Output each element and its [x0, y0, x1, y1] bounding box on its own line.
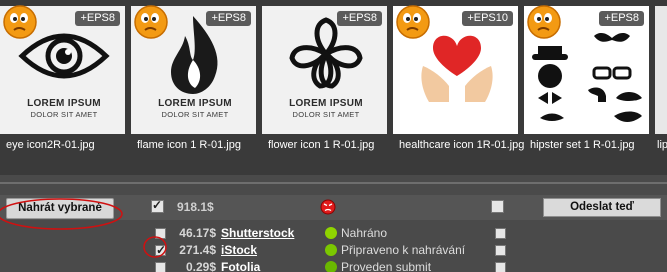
- eps-badge: +EPS8: [599, 11, 644, 26]
- upload-selected-button[interactable]: Nahrát vybrané: [6, 198, 114, 219]
- agency-checkbox-shutterstock[interactable]: [155, 228, 166, 239]
- thumbnail-tile[interactable]: LOREM IPSUM DOLOR SIT AMET +EPS8 flower …: [262, 0, 390, 175]
- agency-price: 271.4$: [179, 243, 216, 257]
- eps-badge: +EPS8: [75, 11, 120, 26]
- thumbnail-subcaption: DOLOR SIT AMET: [292, 110, 360, 119]
- thumbnail-caption: LOREM IPSUM: [27, 98, 101, 109]
- send-now-button[interactable]: Odeslat teď: [543, 198, 661, 217]
- thumbnail-filename: hipster set 1 R-01.jpg: [530, 139, 635, 151]
- thumbnail-tile[interactable]: lip: [655, 0, 667, 175]
- thumbnail-tile[interactable]: LOREM IPSUM DOLOR SIT AMET +EPS8 eye ico…: [0, 0, 128, 175]
- thumbnail-strip: LOREM IPSUM DOLOR SIT AMET +EPS8 eye ico…: [0, 0, 667, 175]
- eps-badge: +EPS8: [337, 11, 382, 26]
- thumbnail-caption: LOREM IPSUM: [289, 98, 363, 109]
- select-all-checkbox[interactable]: [151, 198, 164, 213]
- thumbnail-subcaption: DOLOR SIT AMET: [161, 110, 229, 119]
- agency-checkbox-istock[interactable]: [155, 243, 166, 257]
- thumbnail-filename: eye icon2R-01.jpg: [6, 139, 95, 151]
- agency-send-checkbox[interactable]: [495, 245, 506, 256]
- section-divider: [0, 182, 667, 184]
- thumbnail-tile[interactable]: +EPS8 hipster set 1 R-01.jpg: [524, 0, 652, 175]
- agency-link-fotolia[interactable]: Fotolia: [221, 260, 260, 272]
- thumbnail-tile[interactable]: +EPS10 healthcare icon 1R-01.jpg: [393, 0, 525, 175]
- agency-price: 0.29$: [185, 260, 216, 272]
- agency-send-checkbox[interactable]: [495, 262, 506, 272]
- thumbnail-filename: flower icon 1 R-01.jpg: [268, 139, 375, 151]
- eps-badge: +EPS10: [462, 11, 513, 26]
- thumbnail-caption: LOREM IPSUM: [158, 98, 232, 109]
- status-smiley-icon: [325, 244, 337, 256]
- worried-face-icon: [3, 5, 37, 39]
- agency-link-istock[interactable]: iStock: [221, 243, 257, 257]
- worried-face-icon: [134, 5, 168, 39]
- agency-link-shutterstock[interactable]: Shutterstock: [221, 226, 294, 240]
- agency-checkbox-fotolia[interactable]: [155, 262, 166, 272]
- thumbnail-image[interactable]: [655, 6, 667, 134]
- send-all-checkbox[interactable]: [491, 200, 504, 213]
- agency-status: Nahráno: [341, 226, 388, 240]
- agency-status: Proveden submit: [341, 260, 432, 272]
- thumbnail-filename: flame icon 1 R-01.jpg: [137, 139, 241, 151]
- thumbnail-filename: healthcare icon 1R-01.jpg: [399, 139, 525, 151]
- worried-face-icon: [396, 5, 430, 39]
- status-smiley-icon: [325, 261, 337, 272]
- thumbnail-tile[interactable]: LOREM IPSUM DOLOR SIT AMET +EPS8 flame i…: [131, 0, 259, 175]
- thumbnail-subcaption: DOLOR SIT AMET: [30, 110, 98, 119]
- agency-send-checkbox[interactable]: [495, 228, 506, 239]
- agency-status: Připraveno k nahrávání: [341, 243, 466, 257]
- total-price: 918.1$: [177, 200, 214, 214]
- status-smiley-icon: [325, 227, 337, 239]
- eps-badge: +EPS8: [206, 11, 251, 26]
- worried-face-icon: [527, 5, 561, 39]
- angry-face-icon: [320, 199, 336, 215]
- thumbnail-filename: lip: [657, 139, 667, 151]
- agency-price: 46.17$: [179, 226, 216, 240]
